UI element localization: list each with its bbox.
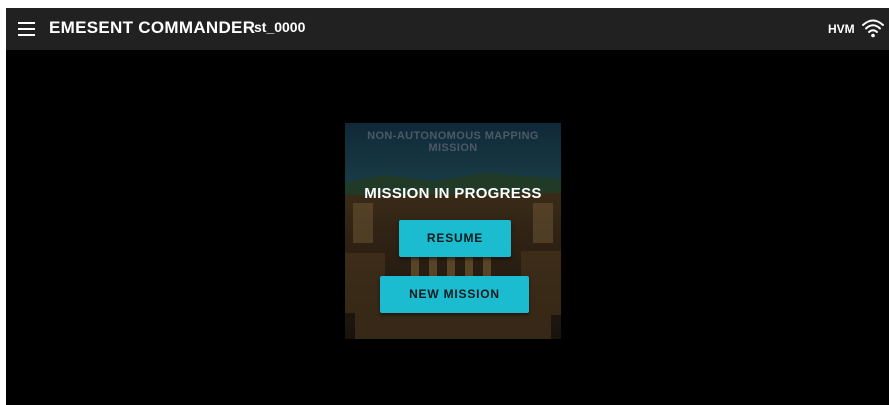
resume-button[interactable]: RESUME — [399, 220, 511, 257]
app-title: EMESENT COMMANDER — [49, 18, 256, 37]
station-id: st_0000 — [254, 19, 306, 35]
top-app-bar: EMESENT COMMANDER st_0000 HVM — [6, 8, 889, 50]
mission-card: NON-AUTONOMOUS MAPPING MISSION MISSION I… — [345, 123, 561, 339]
hamburger-menu-icon[interactable] — [18, 21, 35, 37]
vehicle-label: HVM — [828, 22, 855, 36]
new-mission-button[interactable]: NEW MISSION — [380, 276, 529, 313]
wifi-signal-icon — [862, 19, 884, 38]
app-screen: EMESENT COMMANDER st_0000 HVM NON-AUTONO… — [6, 8, 889, 405]
mission-type-label: NON-AUTONOMOUS MAPPING MISSION — [367, 130, 539, 154]
mission-status-heading: MISSION IN PROGRESS — [364, 185, 542, 202]
